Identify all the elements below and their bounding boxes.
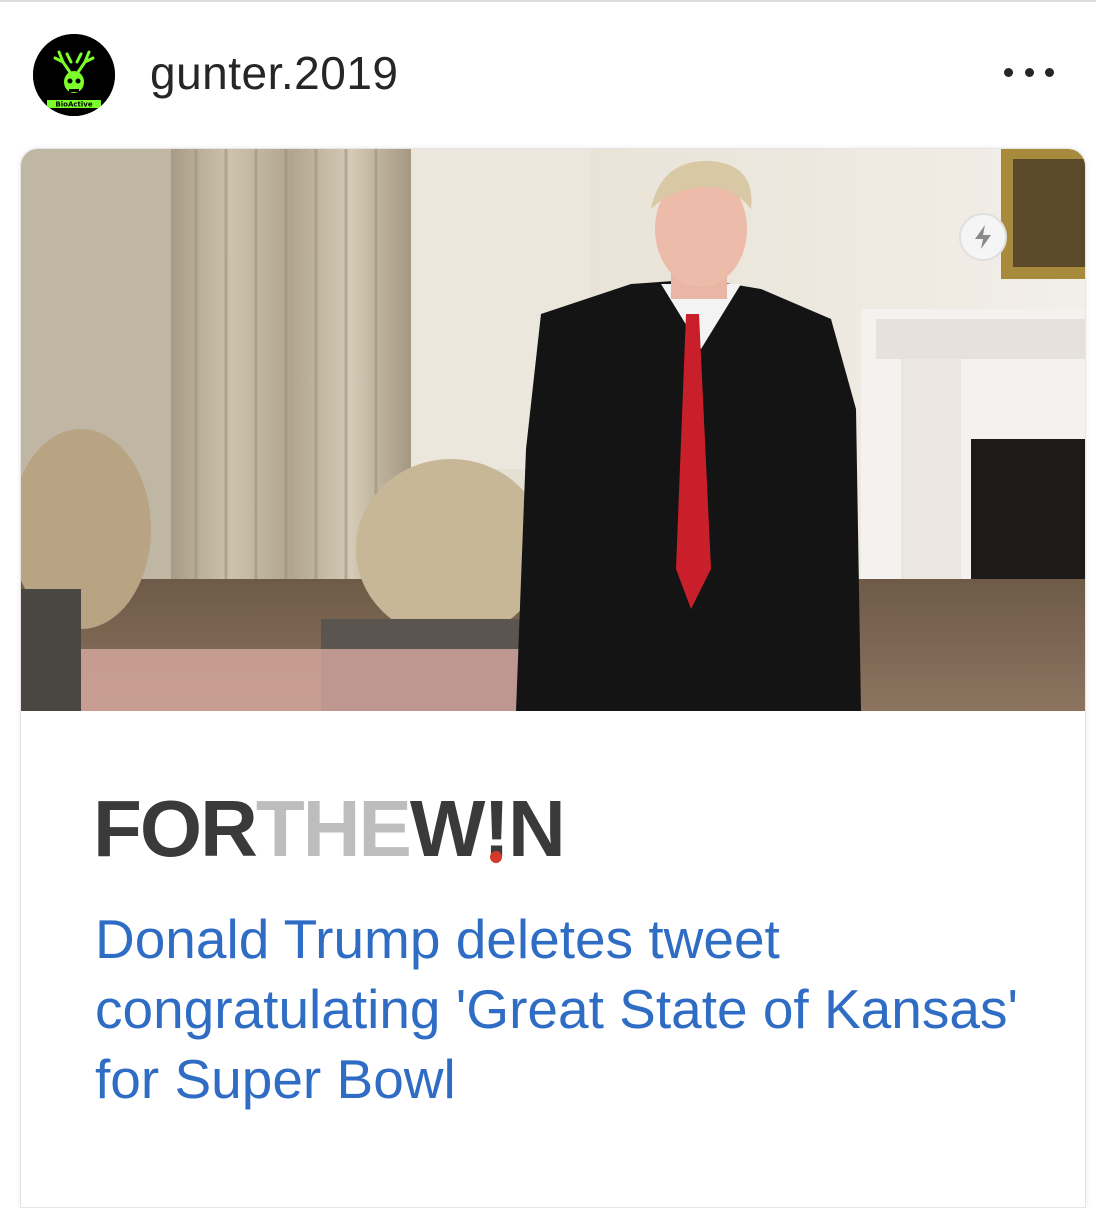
- post-header: BioActive gunter.2019: [0, 0, 1096, 140]
- skull-antlers-logo-icon: BioActive: [33, 34, 115, 116]
- article-headline[interactable]: Donald Trump deletes tweet congratulatin…: [95, 904, 1055, 1114]
- lightning-bolt-icon: [959, 213, 1007, 261]
- publisher-logo: FORTHEW! N: [93, 789, 566, 869]
- publisher-part-the: THE: [255, 784, 412, 873]
- publisher-part-w: W: [409, 784, 486, 873]
- publisher-part-n: N: [508, 784, 566, 873]
- more-options-icon[interactable]: [1004, 64, 1054, 80]
- username[interactable]: gunter.2019: [150, 46, 399, 100]
- publisher-bang: !: [483, 784, 510, 873]
- avatar[interactable]: BioActive: [33, 34, 115, 116]
- publisher-red-dot: [489, 851, 502, 863]
- link-preview-card[interactable]: FORTHEW! N Donald Trump deletes tweet con…: [20, 148, 1086, 1208]
- article-photo: [21, 149, 1085, 711]
- publisher-part-for: FOR: [93, 784, 258, 873]
- avatar-text: BioActive: [55, 101, 92, 109]
